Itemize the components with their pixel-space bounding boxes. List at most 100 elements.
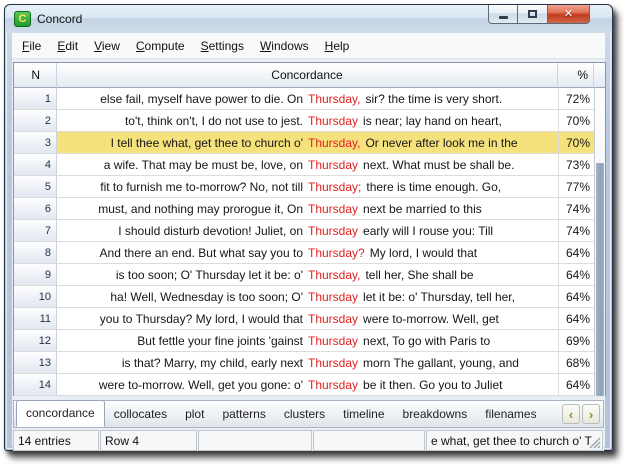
keyword: Thursday, [308, 136, 360, 150]
tab-patterns[interactable]: patterns [213, 402, 274, 426]
window-title: Concord [37, 12, 82, 26]
tab-strip: concordance collocates plot patterns clu… [13, 400, 604, 428]
right-context: early will I rouse you: Till [363, 224, 558, 238]
tab-concordance[interactable]: concordance [16, 400, 105, 427]
keyword: Thursday [308, 290, 358, 304]
minimize-button[interactable] [488, 5, 518, 24]
column-header-concordance[interactable]: Concordance [57, 63, 558, 88]
column-header-percent[interactable]: % [558, 63, 594, 88]
table-row[interactable]: 1 else fail, myself have power to die. O… [14, 88, 594, 110]
percent-value: 68% [558, 352, 594, 374]
keyword: Thursday, [308, 268, 360, 282]
table-row[interactable]: 14 were to-morrow. Well, get you gone: o… [14, 374, 594, 396]
left-context: must, and nothing may prorogue it, On [57, 202, 303, 216]
table-row[interactable]: 2 to't, think on't, I do not use to jest… [14, 110, 594, 132]
maximize-button[interactable] [518, 5, 547, 24]
row-number: 1 [14, 88, 57, 110]
client-area: N Concordance % 1 else fail, myself have… [12, 59, 605, 447]
menu-help[interactable]: Help [317, 35, 358, 57]
percent-value: 77% [558, 176, 594, 198]
table-row[interactable]: 12 But fettle your fine joints 'gainstTh… [14, 330, 594, 352]
table-row[interactable]: 11 you to Thursday? My lord, I would tha… [14, 308, 594, 330]
right-context: next be married to this [363, 202, 558, 216]
table-row[interactable]: 10 ha! Well, Wednesday is too soon; O'Th… [14, 286, 594, 308]
keyword: Thursday [308, 114, 358, 128]
tab-filenames[interactable]: filenames [476, 402, 545, 426]
maximize-icon [528, 10, 537, 18]
status-panel-3 [198, 430, 312, 451]
status-preview-text: e what, get thee to church o' T [431, 434, 592, 448]
close-icon: ✕ [564, 9, 573, 20]
status-row-indicator: Row 4 [100, 430, 197, 451]
right-context: My lord, I would that [370, 246, 558, 260]
percent-value: 70% [558, 110, 594, 132]
menu-bar: File Edit View Compute Settings Windows … [12, 33, 605, 59]
row-number: 14 [14, 374, 57, 396]
percent-value: 64% [558, 264, 594, 286]
column-header-spacer [594, 63, 605, 88]
right-context: next, To go with Paris to [363, 334, 558, 348]
right-context: there is time enough. Go, [366, 180, 558, 194]
left-context: else fail, myself have power to die. On [57, 92, 303, 106]
row-number: 6 [14, 198, 57, 220]
row-number: 4 [14, 154, 57, 176]
percent-value: 74% [558, 220, 594, 242]
menu-settings[interactable]: Settings [193, 35, 252, 57]
menu-compute[interactable]: Compute [128, 35, 193, 57]
right-context: morn The gallant, young, and [363, 356, 558, 370]
status-panel-4 [313, 430, 425, 451]
table-row[interactable]: 4 a wife. That may be must be, love, onT… [14, 154, 594, 176]
right-context: Or never after look me in the [365, 136, 558, 150]
table-row[interactable]: 6 must, and nothing may prorogue it, On T… [14, 198, 594, 220]
keyword: Thursday [308, 356, 358, 370]
concord-window: C Concord ✕ File Edit View Compute Setti… [4, 4, 613, 451]
row-number: 8 [14, 242, 57, 264]
row-number: 2 [14, 110, 57, 132]
table-row[interactable]: 5 fit to furnish me to-morrow? No, not t… [14, 176, 594, 198]
tab-breakdowns[interactable]: breakdowns [394, 402, 477, 426]
keyword: Thursday [308, 224, 358, 238]
table-row[interactable]: 9 is too soon; O' Thursday let it be: o'… [14, 264, 594, 286]
titlebar[interactable]: C Concord ✕ [5, 5, 612, 33]
right-context: let it be: o' Thursday, tell her, [363, 290, 558, 304]
keyword: Thursday [308, 202, 358, 216]
tab-timeline[interactable]: timeline [334, 402, 393, 426]
resize-grip-icon[interactable] [589, 437, 601, 449]
left-context: But fettle your fine joints 'gainst [57, 334, 303, 348]
scrollbar-thumb[interactable] [596, 163, 604, 396]
menu-view[interactable]: View [86, 35, 128, 57]
percent-value: 64% [558, 286, 594, 308]
left-context: I should disturb devotion! Juliet, on [57, 224, 303, 238]
tab-plot[interactable]: plot [176, 402, 213, 426]
right-context: sir? the time is very short. [365, 92, 558, 106]
vertical-scrollbar[interactable] [594, 88, 605, 396]
menu-windows[interactable]: Windows [252, 35, 317, 57]
close-button[interactable]: ✕ [547, 5, 590, 24]
percent-value: 69% [558, 330, 594, 352]
status-selection-preview: e what, get thee to church o' T [426, 430, 603, 451]
percent-value: 64% [558, 308, 594, 330]
table-row-selected[interactable]: 3 I tell thee what, get thee to church o… [14, 132, 594, 154]
left-context: And there an end. But what say you to [57, 246, 303, 260]
keyword: Thursday [308, 312, 358, 326]
concordance-table: N Concordance % 1 else fail, myself have… [13, 62, 606, 396]
left-context: a wife. That may be must be, love, on [57, 158, 303, 172]
tab-clusters[interactable]: clusters [275, 402, 334, 426]
table-row[interactable]: 8 And there an end. But what say you toT… [14, 242, 594, 264]
keyword: Thursday [308, 334, 358, 348]
tab-collocates[interactable]: collocates [105, 402, 176, 426]
right-context: is near; lay hand on heart, [363, 114, 558, 128]
table-row[interactable]: 13 is that? Marry, my child, early nextT… [14, 352, 594, 374]
left-context: is that? Marry, my child, early next [57, 356, 303, 370]
app-icon-letter: C [19, 14, 27, 25]
row-number: 5 [14, 176, 57, 198]
tab-scroll-left-button[interactable]: ‹ [562, 404, 580, 424]
percent-value: 73% [558, 154, 594, 176]
status-entry-count: 14 entries [13, 430, 99, 451]
column-header-n[interactable]: N [14, 63, 57, 88]
status-bar: 14 entries Row 4 e what, get thee to chu… [13, 430, 604, 451]
table-row[interactable]: 7 I should disturb devotion! Juliet, onT… [14, 220, 594, 242]
tab-scroll-right-button[interactable]: › [582, 404, 600, 424]
menu-file[interactable]: File [14, 35, 49, 57]
menu-edit[interactable]: Edit [49, 35, 86, 57]
